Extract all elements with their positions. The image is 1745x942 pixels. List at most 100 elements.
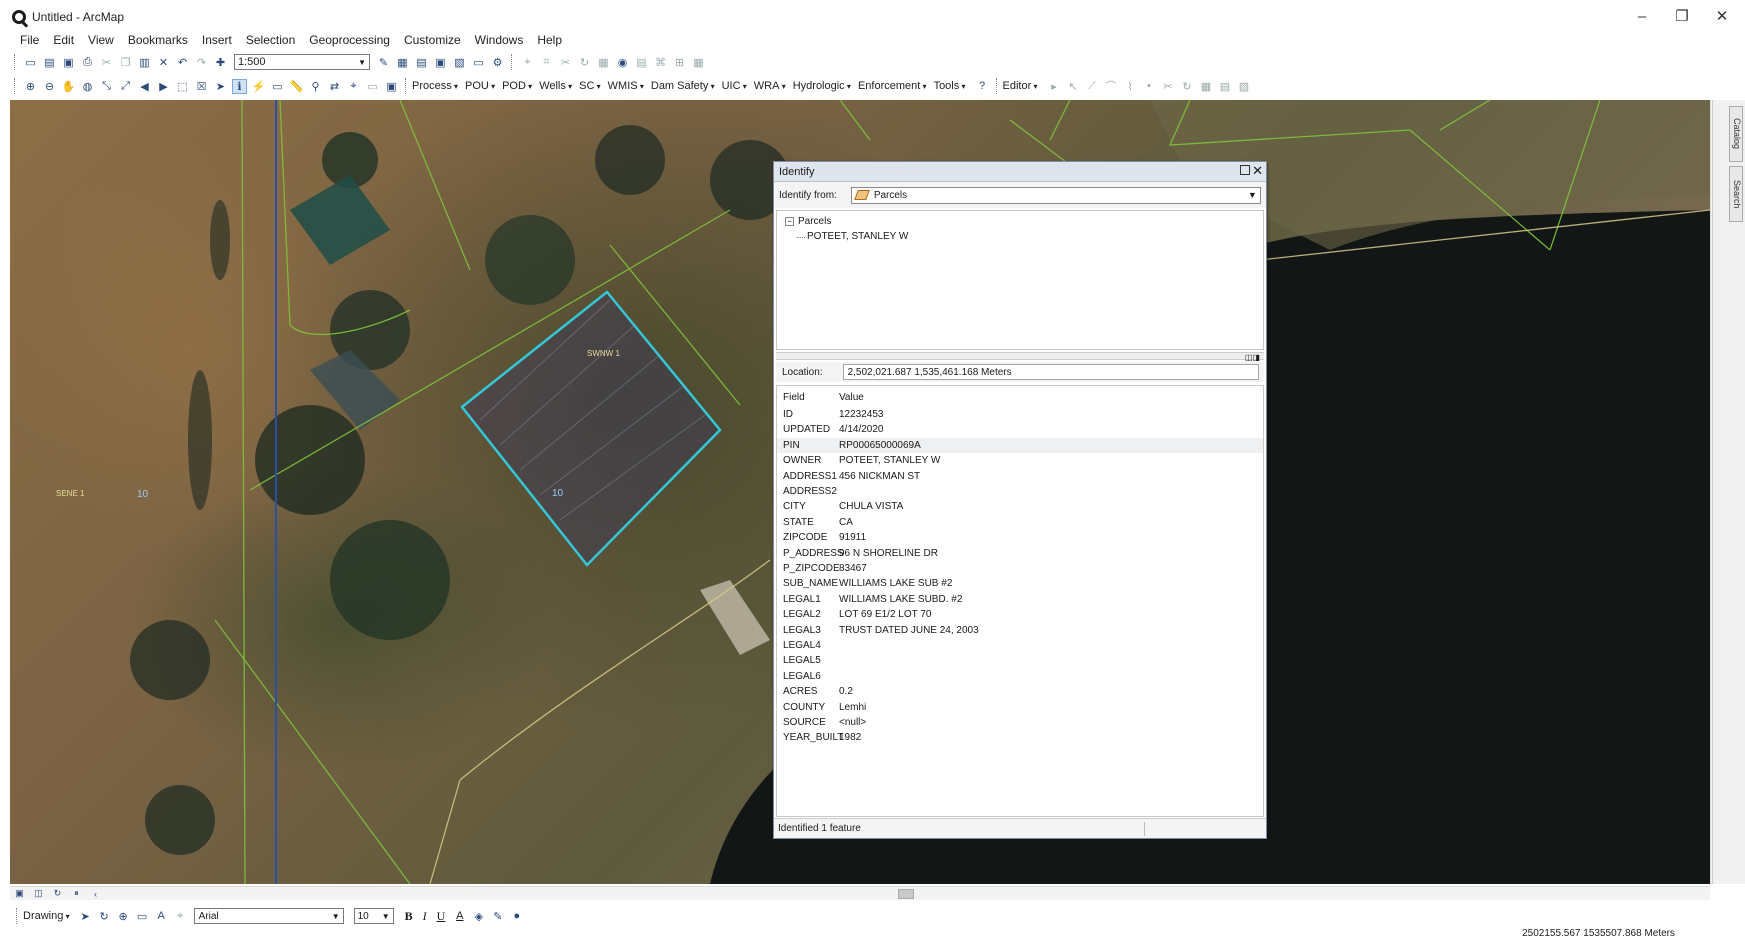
find-route-icon[interactable]: ⇄ xyxy=(327,79,342,94)
table-row[interactable]: LEGAL1 WILLIAMS LAKE SUBD. #2 xyxy=(777,592,1263,607)
identify-from-select[interactable]: Parcels ▼ xyxy=(850,186,1261,204)
data-view-icon[interactable]: ◫ xyxy=(31,886,46,901)
add-data-icon[interactable]: ✚ xyxy=(213,55,228,70)
model-builder-icon[interactable]: ⚙ xyxy=(490,55,505,70)
edit-annotation-icon[interactable]: ↖ xyxy=(1066,79,1081,94)
table-of-contents-icon[interactable]: ▦ xyxy=(395,55,410,70)
zoom-out-icon[interactable]: ⊖ xyxy=(42,79,57,94)
table-row[interactable]: LEGAL2 LOT 69 E1/2 LOT 70 xyxy=(777,607,1263,622)
fixed-zoom-out-icon[interactable]: ⤢ xyxy=(118,79,133,94)
font-combobox[interactable]: Arial ▼ xyxy=(193,908,344,924)
marker-color-icon[interactable]: ● xyxy=(509,909,524,924)
menu-customize[interactable]: Customize xyxy=(404,33,461,47)
maximize-icon[interactable] xyxy=(1240,165,1250,175)
select-elements-pointer-icon[interactable]: ➤ xyxy=(213,79,228,94)
table-row[interactable]: CITY CHULA VISTA xyxy=(777,499,1263,514)
create-features-icon[interactable]: ▧ xyxy=(1237,79,1252,94)
collapse-icon[interactable]: − xyxy=(785,217,794,226)
search-tab[interactable]: Search xyxy=(1729,166,1743,222)
pan-hand-icon[interactable]: ✋ xyxy=(61,79,76,94)
new-document-icon[interactable]: ▭ xyxy=(23,55,38,70)
measure-icon[interactable]: 📏 xyxy=(289,79,304,94)
menu-uic[interactable]: UIC xyxy=(722,80,747,92)
zoom-in-icon[interactable]: ⊕ xyxy=(23,79,38,94)
menu-file[interactable]: File xyxy=(20,33,39,47)
toolbar-grip[interactable] xyxy=(511,54,514,70)
table-row[interactable]: P_ZIPCODE 83467 xyxy=(777,561,1263,576)
table-row[interactable]: LEGAL6 xyxy=(777,669,1263,684)
arctoolbox-icon[interactable]: ▧ xyxy=(452,55,467,70)
menu-enforcement[interactable]: Enforcement xyxy=(858,80,927,92)
table-row[interactable]: LEGAL5 xyxy=(777,653,1263,668)
italic-button[interactable]: I xyxy=(423,909,427,924)
html-popup-icon[interactable]: ▭ xyxy=(270,79,285,94)
table-row[interactable]: ADDRESS1 456 NICKMAN ST xyxy=(777,469,1263,484)
identify-window[interactable]: Identify ✕ Identify from: Parcels ▼ − Pa… xyxy=(773,161,1267,839)
table-row[interactable]: PIN RP00065000069A xyxy=(777,437,1263,453)
help-icon[interactable]: ? xyxy=(975,79,990,94)
close-button[interactable]: ✕ xyxy=(1712,8,1732,26)
menu-wra[interactable]: WRA xyxy=(754,80,786,92)
go-to-xy-icon[interactable]: ⌖ xyxy=(346,79,361,94)
table-row[interactable]: ZIPCODE 91911 xyxy=(777,530,1263,545)
menu-windows[interactable]: Windows xyxy=(475,33,524,47)
table-row[interactable]: ID 12232453 xyxy=(777,407,1263,422)
time-slider-icon[interactable]: ▭ xyxy=(365,79,380,94)
find-binoculars-icon[interactable]: ⚲ xyxy=(308,79,323,94)
font-size-combobox[interactable]: 10 ▼ xyxy=(353,908,394,924)
cogo-icon[interactable]: ⊞ xyxy=(672,55,687,70)
attributes-icon[interactable]: ▦ xyxy=(596,55,611,70)
end-point-arc-icon[interactable]: ⌒ xyxy=(1104,79,1119,94)
table-row[interactable]: ACRES 0.2 xyxy=(777,684,1263,699)
tree-node-feature[interactable]: POTEET, STANLEY W xyxy=(796,231,908,242)
point-icon[interactable]: • xyxy=(1142,79,1157,94)
full-extent-globe-icon[interactable]: ◍ xyxy=(80,79,95,94)
table-row[interactable]: P_ADDRESS 96 N SHORELINE DR xyxy=(777,546,1263,561)
minimize-button[interactable]: – xyxy=(1632,8,1652,26)
back-arrow-icon[interactable]: ◀ xyxy=(137,79,152,94)
split-tool-icon[interactable]: ✂ xyxy=(1161,79,1176,94)
edit-vertices-icon[interactable]: ⌖ xyxy=(520,55,535,70)
table-row[interactable]: ADDRESS2 xyxy=(777,484,1263,499)
table-row[interactable]: YEAR_BUILT 1982 xyxy=(777,730,1263,745)
clear-selection-icon[interactable]: ☒ xyxy=(194,79,209,94)
open-folder-icon[interactable]: ▤ xyxy=(42,55,57,70)
rotate-icon[interactable]: ↻ xyxy=(577,55,592,70)
toolbar-grip[interactable] xyxy=(14,54,17,70)
toolbar-grip[interactable] xyxy=(405,78,408,94)
scrollbar-thumb[interactable] xyxy=(898,889,914,899)
table-row[interactable]: LEGAL4 xyxy=(777,638,1263,653)
menu-process[interactable]: Process xyxy=(412,80,458,92)
toolbar-grip[interactable] xyxy=(16,908,19,924)
table-row[interactable]: COUNTY Lemhi xyxy=(777,700,1263,715)
restore-button[interactable]: ❐ xyxy=(1672,8,1692,26)
menu-edit[interactable]: Edit xyxy=(53,33,74,47)
table-row[interactable]: LEGAL3 TRUST DATED JUNE 24, 2003 xyxy=(777,623,1263,638)
editor-toolbar-icon[interactable]: ✎ xyxy=(376,55,391,70)
select-elements-icon[interactable]: ➤ xyxy=(78,909,93,924)
delete-icon[interactable]: ✕ xyxy=(156,55,171,70)
identify-icon[interactable]: ℹ xyxy=(232,78,247,94)
table-row[interactable]: UPDATED 4/14/2020 xyxy=(777,422,1263,437)
menu-editor[interactable]: Editor xyxy=(1003,80,1038,92)
pause-drawing-icon[interactable]: ⏸ xyxy=(69,886,84,901)
menu-drawing[interactable]: Drawing xyxy=(23,910,70,922)
search-window-icon[interactable]: ▣ xyxy=(433,55,448,70)
cut-icon[interactable]: ✂ xyxy=(99,55,114,70)
create-viewer-window-icon[interactable]: ▣ xyxy=(384,79,399,94)
split-icon[interactable]: ✂ xyxy=(558,55,573,70)
straight-segment-icon[interactable]: ⟋ xyxy=(1085,79,1100,94)
menu-view[interactable]: View xyxy=(88,33,114,47)
menu-geoprocessing[interactable]: Geoprocessing xyxy=(309,33,390,47)
python-window-icon[interactable]: ▭ xyxy=(471,55,486,70)
catalog-window-icon[interactable]: ▤ xyxy=(414,55,429,70)
zoom-to-selected-icon[interactable]: ⊕ xyxy=(116,909,131,924)
undo-icon[interactable]: ↶ xyxy=(175,55,190,70)
font-color-icon[interactable]: A xyxy=(452,909,467,924)
menu-pod[interactable]: POD xyxy=(502,80,532,92)
underline-button[interactable]: U xyxy=(437,909,446,924)
forward-arrow-icon[interactable]: ▶ xyxy=(156,79,171,94)
menu-dam-safety[interactable]: Dam Safety xyxy=(651,80,715,92)
refresh-icon[interactable]: ↻ xyxy=(50,886,65,901)
table-row[interactable]: STATE CA xyxy=(777,515,1263,530)
